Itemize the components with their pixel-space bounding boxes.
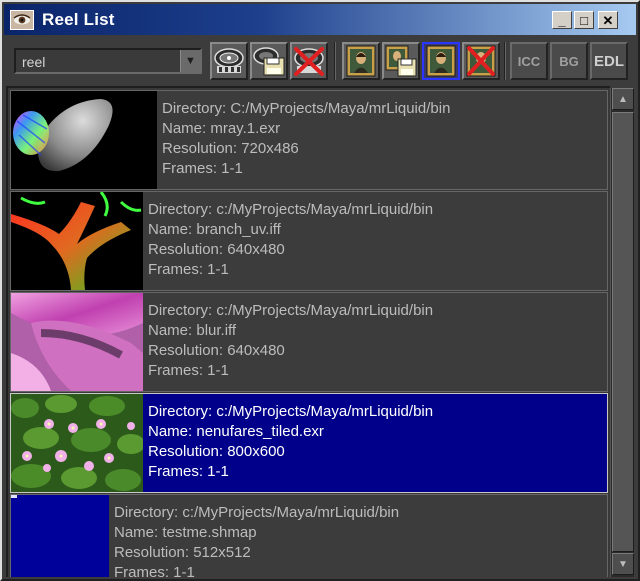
directory-text: Directory: c:/MyProjects/Maya/mrLiquid/b… — [148, 403, 434, 420]
close-icon: ✕ — [602, 12, 614, 28]
resolution-text: Resolution: 800x600 — [148, 443, 285, 460]
vertical-scrollbar[interactable]: ▲ ▼ — [610, 88, 634, 577]
save-image-icon — [385, 45, 417, 77]
name-text: Name: blur.iff — [148, 322, 237, 339]
delete-reel-button[interactable] — [290, 42, 328, 80]
reel-icon — [214, 48, 244, 73]
frames-text: Frames: 1-1 — [148, 463, 229, 480]
maximize-button[interactable]: □ — [574, 11, 594, 29]
directory-text: Directory: C:/MyProjects/Maya/mrLiquid/b… — [162, 100, 451, 117]
toolbar-separator — [504, 42, 506, 80]
delete-image-icon — [466, 45, 496, 77]
image-selected-icon — [426, 45, 456, 77]
delete-reel-icon — [294, 47, 324, 76]
maximize-icon: □ — [580, 12, 588, 28]
scrollbar-thumb[interactable] — [612, 112, 634, 552]
eye-icon[interactable] — [10, 10, 34, 30]
reel-list-item[interactable]: Directory: c:/MyProjects/Maya/mrLiquid/b… — [10, 292, 608, 392]
reel-list-item[interactable]: Directory: c:/MyProjects/Maya/mrLiquid/b… — [10, 494, 608, 577]
directory-text: Directory: c:/MyProjects/Maya/mrLiquid/b… — [114, 504, 400, 521]
branch-uv-thumbnail — [11, 192, 143, 290]
minimize-icon: _ — [558, 12, 566, 28]
bg-button[interactable]: BG — [550, 42, 588, 80]
reel-item-info: Directory: c:/MyProjects/Maya/mrLiquid/b… — [114, 503, 399, 577]
chevron-up-icon: ▲ — [618, 93, 628, 105]
directory-text: Directory: c:/MyProjects/Maya/mrLiquid/b… — [148, 302, 434, 319]
name-text: Name: nenufares_tiled.exr — [148, 423, 324, 440]
resolution-text: Resolution: 512x512 — [114, 544, 251, 561]
frames-text: Frames: 1-1 — [148, 362, 229, 379]
save-reel-button[interactable] — [250, 42, 288, 80]
reel-dropdown-value: reel — [22, 54, 46, 70]
image-icon — [346, 45, 376, 77]
load-image-button[interactable] — [342, 42, 380, 80]
close-button[interactable]: ✕ — [598, 11, 618, 29]
resolution-text: Resolution: 720x486 — [162, 140, 299, 157]
save-reel-icon — [253, 47, 285, 76]
reel-list-item[interactable]: Directory: c:/MyProjects/Maya/mrLiquid/b… — [10, 191, 608, 291]
toolbar: reel ▼ ICC BG EDL — [4, 36, 636, 86]
reel-item-info: Directory: c:/MyProjects/Maya/mrLiquid/b… — [148, 402, 433, 482]
minimize-button[interactable]: _ — [552, 11, 572, 29]
reel-item-info: Directory: c:/MyProjects/Maya/mrLiquid/b… — [148, 200, 433, 280]
frames-text: Frames: 1-1 — [162, 160, 243, 177]
blur-thumbnail — [11, 293, 143, 391]
name-text: Name: mray.1.exr — [162, 120, 281, 137]
reel-list-item[interactable]: Directory: c:/MyProjects/Maya/mrLiquid/b… — [10, 393, 608, 493]
reel-item-info: Directory: c:/MyProjects/Maya/mrLiquid/b… — [148, 301, 433, 381]
shadow-map-thumbnail — [11, 495, 109, 577]
name-text: Name: branch_uv.iff — [148, 221, 281, 238]
icc-button[interactable]: ICC — [510, 42, 548, 80]
name-text: Name: testme.shmap — [114, 524, 257, 541]
resolution-text: Resolution: 640x480 — [148, 342, 285, 359]
chevron-down-icon[interactable]: ▼ — [180, 50, 200, 72]
frames-text: Frames: 1-1 — [114, 564, 195, 577]
toolbar-separator — [334, 42, 336, 80]
scroll-down-button[interactable]: ▼ — [612, 553, 634, 575]
reel-list-item[interactable]: Directory: C:/MyProjects/Maya/mrLiquid/b… — [10, 90, 608, 190]
resolution-text: Resolution: 640x480 — [148, 241, 285, 258]
directory-text: Directory: c:/MyProjects/Maya/mrLiquid/b… — [148, 201, 434, 218]
reel-list-window: Reel List _ □ ✕ reel ▼ ICC BG EDL Direct… — [0, 0, 640, 581]
scroll-up-button[interactable]: ▲ — [612, 88, 634, 110]
reel-list[interactable]: Directory: C:/MyProjects/Maya/mrLiquid/b… — [6, 86, 610, 577]
view-image-button[interactable] — [422, 42, 460, 80]
chevron-down-icon: ▼ — [618, 558, 628, 570]
delete-image-button[interactable] — [462, 42, 500, 80]
load-reel-button[interactable] — [210, 42, 248, 80]
reel-dropdown[interactable]: reel ▼ — [14, 48, 202, 74]
reel-item-info: Directory: C:/MyProjects/Maya/mrLiquid/b… — [162, 99, 450, 179]
window-title: Reel List — [42, 10, 115, 29]
egg-render-thumbnail — [11, 91, 157, 189]
frames-text: Frames: 1-1 — [148, 261, 229, 278]
edl-button[interactable]: EDL — [590, 42, 628, 80]
title-bar[interactable]: Reel List _ □ ✕ — [4, 4, 636, 35]
save-image-button[interactable] — [382, 42, 420, 80]
nenufares-thumbnail — [11, 394, 143, 492]
